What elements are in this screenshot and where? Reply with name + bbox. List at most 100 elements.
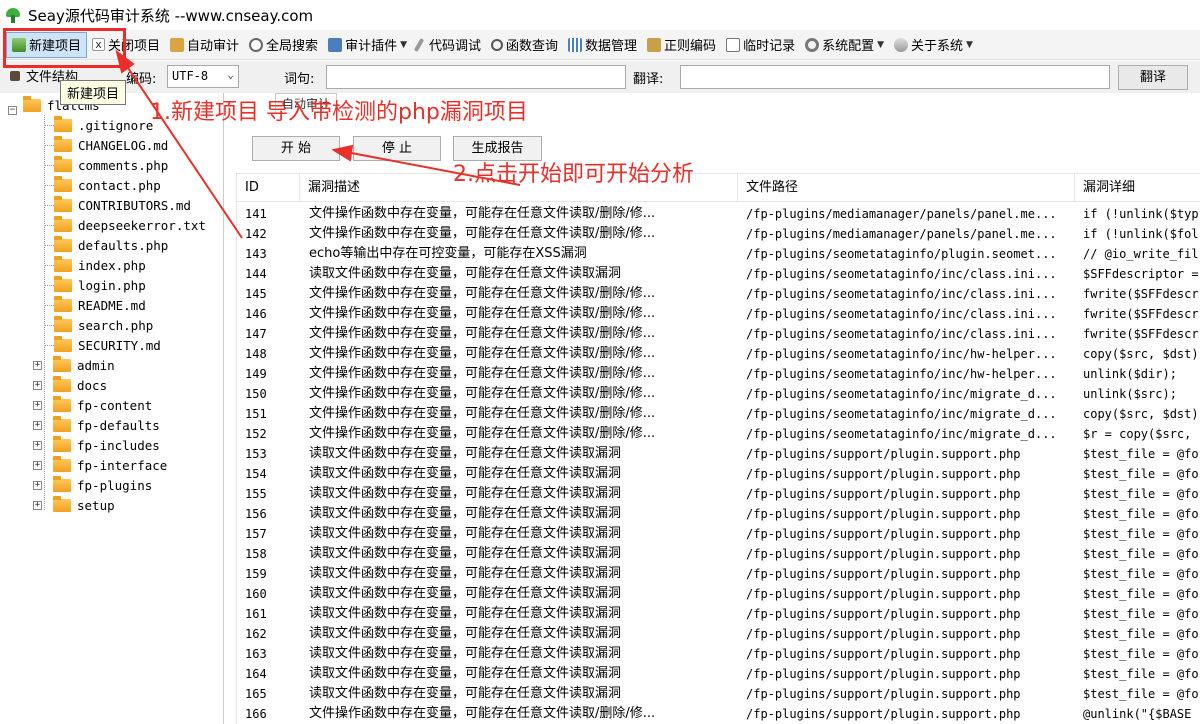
- table-row[interactable]: 164 读取文件函数中存在变量，可能存在任意文件读取漏洞/fp-plugins/s…: [237, 664, 1200, 684]
- translate-button[interactable]: 翻译: [1118, 65, 1188, 90]
- temp-record-button[interactable]: 临时记录: [721, 32, 800, 58]
- tree-file[interactable]: CONTRIBUTORS.md: [44, 195, 191, 215]
- data-manage-button[interactable]: 数据管理: [563, 32, 642, 58]
- code-debug-button[interactable]: 代码调试: [412, 32, 486, 58]
- tree-folder[interactable]: + admin: [33, 355, 115, 375]
- tree-file[interactable]: login.php: [44, 275, 146, 295]
- cell-id: 153: [245, 447, 267, 461]
- expand-icon[interactable]: +: [33, 440, 42, 450]
- cell-path: /fp-plugins/seometataginfo/inc/class.ini…: [746, 307, 1057, 321]
- word-input[interactable]: [326, 65, 626, 89]
- table-row[interactable]: 144 读取文件函数中存在变量，可能存在任意文件读取漏洞/fp-plugins/s…: [237, 264, 1200, 284]
- tree-folder[interactable]: + fp-plugins: [33, 475, 152, 495]
- table-row[interactable]: 160 读取文件函数中存在变量，可能存在任意文件读取漏洞/fp-plugins/s…: [237, 584, 1200, 604]
- table-row[interactable]: 145 文件操作函数中存在变量，可能存在任意文件读取/删除/修... /fp-plu…: [237, 284, 1200, 304]
- table-row[interactable]: 162 读取文件函数中存在变量，可能存在任意文件读取漏洞/fp-plugins/s…: [237, 624, 1200, 644]
- cell-detail: // @io_write_fil: [1083, 247, 1199, 261]
- table-row[interactable]: 155 读取文件函数中存在变量，可能存在任意文件读取漏洞/fp-plugins/s…: [237, 484, 1200, 504]
- tree-folder[interactable]: + docs: [33, 375, 107, 395]
- table-row[interactable]: 154 读取文件函数中存在变量，可能存在任意文件读取漏洞/fp-plugins/s…: [237, 464, 1200, 484]
- table-row[interactable]: 159 读取文件函数中存在变量，可能存在任意文件读取漏洞/fp-plugins/s…: [237, 564, 1200, 584]
- table-row[interactable]: 151 文件操作函数中存在变量，可能存在任意文件读取/删除/修... /fp-plu…: [237, 404, 1200, 424]
- tree-folder[interactable]: + fp-includes: [33, 435, 160, 455]
- cell-path: /fp-plugins/support/plugin.support.php: [746, 467, 1021, 481]
- expand-icon[interactable]: +: [33, 420, 42, 430]
- table-row[interactable]: 161 读取文件函数中存在变量，可能存在任意文件读取漏洞/fp-plugins/s…: [237, 604, 1200, 624]
- tree-file[interactable]: comments.php: [44, 155, 168, 175]
- audit-plugin-button[interactable]: 审计插件 ▼: [323, 32, 412, 58]
- expand-icon[interactable]: +: [33, 380, 42, 390]
- about-system-button[interactable]: 关于系统 ▼: [889, 32, 978, 58]
- table-row[interactable]: 143 echo等输出中存在可控变量，可能存在XSS漏洞/fp-plugins/s…: [237, 244, 1200, 264]
- table-row[interactable]: 156 读取文件函数中存在变量，可能存在任意文件读取漏洞/fp-plugins/s…: [237, 504, 1200, 524]
- tree-folder[interactable]: + fp-defaults: [33, 415, 160, 435]
- cell-detail: $test_file = @fo: [1083, 567, 1199, 581]
- collapse-icon[interactable]: −: [8, 105, 17, 115]
- table-row[interactable]: 141 文件操作函数中存在变量，可能存在任意文件读取/删除/修... /fp-plu…: [237, 204, 1200, 224]
- expand-icon[interactable]: +: [33, 500, 42, 510]
- tree-file[interactable]: contact.php: [44, 175, 161, 195]
- folder-icon: [53, 415, 71, 432]
- cell-description: 文件操作函数中存在变量，可能存在任意文件读取/删除/修...: [309, 366, 656, 381]
- tree-folder[interactable]: + fp-content: [33, 395, 152, 415]
- table-row[interactable]: 153 读取文件函数中存在变量，可能存在任意文件读取漏洞/fp-plugins/s…: [237, 444, 1200, 464]
- table-row[interactable]: 166 文件操作函数中存在变量，可能存在任意文件读取/删除/修... /fp-plu…: [237, 704, 1200, 724]
- cell-detail: copy($src, $dst): [1083, 407, 1199, 421]
- cell-description: 文件操作函数中存在变量，可能存在任意文件读取/删除/修...: [309, 306, 656, 321]
- tree-file[interactable]: deepseekerror.txt: [44, 215, 206, 235]
- cell-id: 158: [245, 547, 267, 561]
- cell-id: 152: [245, 427, 267, 441]
- start-button[interactable]: 开 始: [252, 136, 340, 161]
- tree-file-label: .gitignore: [78, 117, 154, 133]
- tree-file[interactable]: index.php: [44, 255, 146, 275]
- global-search-button[interactable]: 全局搜索: [244, 32, 323, 58]
- table-row[interactable]: 150 文件操作函数中存在变量，可能存在任意文件读取/删除/修... /fp-plu…: [237, 384, 1200, 404]
- folder-icon: [53, 375, 71, 392]
- tree-file[interactable]: README.md: [44, 295, 146, 315]
- expand-icon[interactable]: +: [33, 400, 42, 410]
- table-row[interactable]: 158 读取文件函数中存在变量，可能存在任意文件读取漏洞/fp-plugins/s…: [237, 544, 1200, 564]
- tree-folder[interactable]: + fp-interface: [33, 455, 167, 475]
- table-row[interactable]: 142 文件操作函数中存在变量，可能存在任意文件读取/删除/修... /fp-plu…: [237, 224, 1200, 244]
- column-header-id[interactable]: ID: [237, 174, 300, 202]
- system-config-button[interactable]: 系统配置 ▼: [800, 32, 889, 58]
- cell-id: 145: [245, 287, 267, 301]
- stop-button[interactable]: 停 止: [353, 136, 441, 161]
- table-row[interactable]: 148 文件操作函数中存在变量，可能存在任意文件读取/删除/修... /fp-plu…: [237, 344, 1200, 364]
- translate-input[interactable]: [680, 65, 1110, 89]
- regex-encode-button[interactable]: 正则编码: [642, 32, 721, 58]
- tree-file[interactable]: SECURITY.md: [44, 335, 161, 355]
- table-row[interactable]: 165 读取文件函数中存在变量，可能存在任意文件读取漏洞/fp-plugins/s…: [237, 684, 1200, 704]
- table-row[interactable]: 149 文件操作函数中存在变量，可能存在任意文件读取/删除/修... /fp-plu…: [237, 364, 1200, 384]
- auto-audit-button[interactable]: 自动审计: [165, 32, 244, 58]
- tree-file[interactable]: defaults.php: [44, 235, 168, 255]
- file-icon: [54, 135, 72, 152]
- column-header-detail[interactable]: 漏洞详细: [1075, 174, 1200, 202]
- table-row[interactable]: 147 文件操作函数中存在变量，可能存在任意文件读取/删除/修... /fp-plu…: [237, 324, 1200, 344]
- tree-folder[interactable]: + setup: [33, 495, 115, 515]
- cell-id: 142: [245, 227, 267, 241]
- cell-path: /fp-plugins/support/plugin.support.php: [746, 627, 1021, 641]
- expand-icon[interactable]: +: [33, 480, 42, 490]
- column-header-path[interactable]: 文件路径: [738, 174, 1075, 202]
- table-row[interactable]: 157 读取文件函数中存在变量，可能存在任意文件读取漏洞/fp-plugins/s…: [237, 524, 1200, 544]
- cell-id: 144: [245, 267, 267, 281]
- tree-file[interactable]: .gitignore: [44, 115, 154, 135]
- table-row[interactable]: 163 读取文件函数中存在变量，可能存在任意文件读取漏洞/fp-plugins/s…: [237, 644, 1200, 664]
- table-row[interactable]: 146 文件操作函数中存在变量，可能存在任意文件读取/删除/修... /fp-plu…: [237, 304, 1200, 324]
- expand-icon[interactable]: +: [33, 360, 42, 370]
- tree-folder-label: setup: [77, 497, 115, 513]
- file-icon: [54, 335, 72, 352]
- tree-file[interactable]: search.php: [44, 315, 153, 335]
- tree-file[interactable]: CHANGELOG.md: [44, 135, 168, 155]
- cell-path: /fp-plugins/mediamanager/panels/panel.me…: [746, 207, 1057, 221]
- cell-detail: fwrite($SFFdescr: [1083, 307, 1199, 321]
- cell-detail: fwrite($SFFdescr: [1083, 287, 1199, 301]
- expand-icon[interactable]: +: [33, 460, 42, 470]
- function-query-button[interactable]: 函数查询: [486, 32, 563, 58]
- regex-encode-icon: [647, 37, 662, 52]
- tree-folder-label: fp-content: [77, 397, 153, 413]
- table-row[interactable]: 152 文件操作函数中存在变量，可能存在任意文件读取/删除/修... /fp-plu…: [237, 424, 1200, 444]
- tree-file-label: CONTRIBUTORS.md: [78, 197, 191, 213]
- encoding-select[interactable]: UTF-8 ⌄: [167, 65, 239, 88]
